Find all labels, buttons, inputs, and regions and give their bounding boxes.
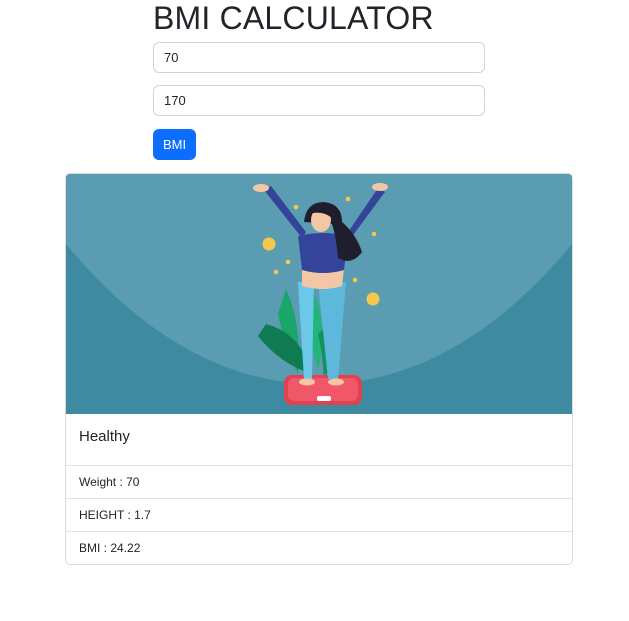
bmi-status-title: Healthy (79, 428, 130, 445)
woman-on-scale-illustration (66, 174, 572, 414)
bmi-result: BMI : 24.22 (66, 531, 572, 564)
height-result: HEIGHT : 1.7 (66, 498, 572, 531)
page: BMI CALCULATOR BMI (0, 0, 629, 621)
weight-result: Weight : 70 (66, 465, 572, 498)
result-card: Healthy Weight : 70 HEIGHT : 1.7 BMI : 2… (65, 173, 573, 565)
page-title: BMI CALCULATOR (153, 0, 434, 36)
weight-input[interactable] (153, 42, 485, 73)
result-list: Weight : 70 HEIGHT : 1.7 BMI : 24.22 (66, 465, 572, 564)
bmi-button[interactable]: BMI (153, 129, 196, 160)
height-input[interactable] (153, 85, 485, 116)
